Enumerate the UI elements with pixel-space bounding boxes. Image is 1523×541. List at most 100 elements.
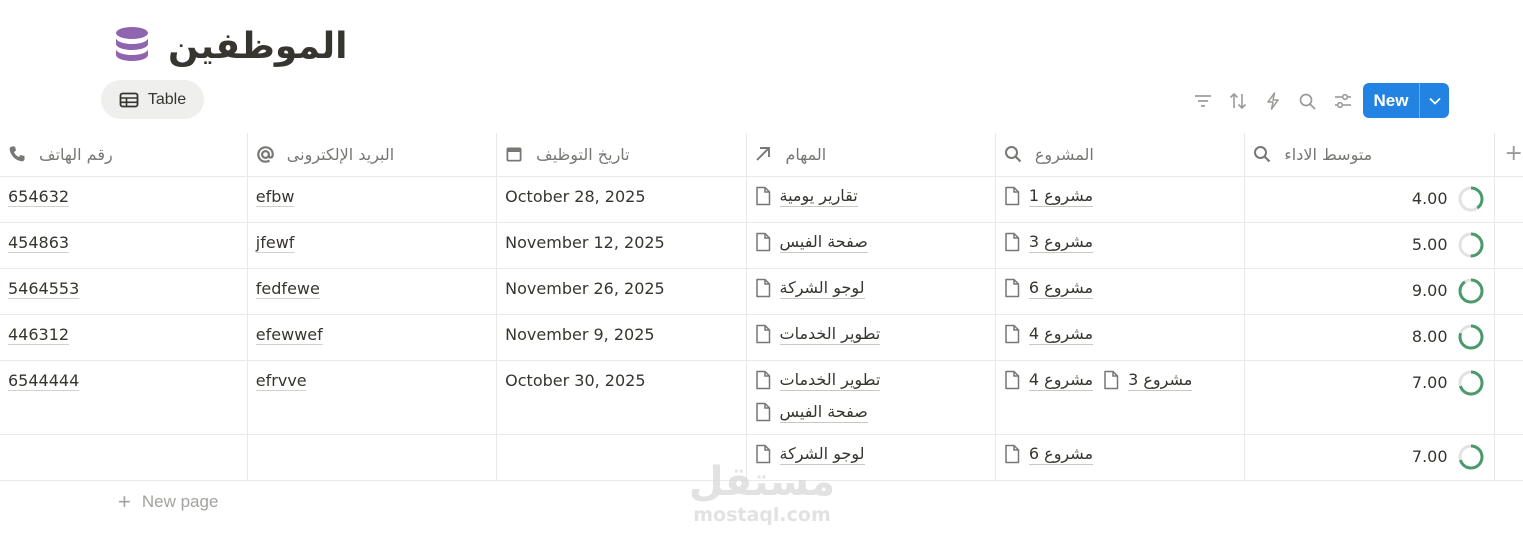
- cell-tasks[interactable]: لوجو الشركة: [746, 434, 996, 481]
- cell-email[interactable]: efbw: [247, 176, 498, 223]
- cell-phone[interactable]: 6544444: [0, 360, 248, 435]
- avg-value: 7.00: [1411, 447, 1448, 466]
- column-header-phone[interactable]: رقم الهاتف: [0, 133, 248, 177]
- cell-avg-performance[interactable]: 4.00: [1244, 176, 1495, 223]
- cell-project[interactable]: مشروع 6: [995, 434, 1246, 481]
- column-header-avg-performance[interactable]: متوسط الاداء: [1244, 133, 1495, 177]
- relation-link[interactable]: مشروع 6: [1004, 444, 1094, 465]
- cell-phone[interactable]: 654632: [0, 176, 248, 223]
- avg-value: 5.00: [1411, 235, 1448, 254]
- add-column-button[interactable]: +: [1494, 133, 1523, 177]
- column-label: البريد الإلكترونى: [286, 144, 395, 164]
- relation-link[interactable]: تطوير الخدمات: [755, 370, 881, 391]
- view-toolbar: [1185, 85, 1360, 117]
- cell-project[interactable]: مشروع 1: [995, 176, 1246, 223]
- cell-project[interactable]: مشروع 6: [995, 268, 1246, 315]
- cell-tasks[interactable]: تطوير الخدمات: [746, 314, 996, 361]
- search-icon: [1253, 145, 1275, 163]
- relation-link[interactable]: مشروع 4: [1004, 324, 1094, 345]
- new-dropdown-button[interactable]: [1420, 83, 1449, 118]
- cell-empty: [1494, 222, 1523, 269]
- column-header-email[interactable]: البريد الإلكترونى: [247, 133, 498, 177]
- relation-link[interactable]: مشروع 3: [1004, 231, 1094, 253]
- column-label: رقم الهاتف: [39, 144, 113, 164]
- view-tab-label: Table: [147, 90, 187, 108]
- progress-arc: [1458, 278, 1484, 303]
- cell-avg-performance[interactable]: 8.00: [1244, 314, 1495, 361]
- column-header-hire-date[interactable]: تاريخ التوظيف: [496, 133, 747, 177]
- cell-empty: [1494, 268, 1523, 315]
- cell-tasks[interactable]: لوجو الشركة: [746, 268, 996, 315]
- cell-avg-performance[interactable]: 7.00: [1244, 434, 1495, 481]
- cell-phone[interactable]: 446312: [0, 314, 248, 361]
- relation-link[interactable]: مشروع 6: [1004, 278, 1094, 299]
- cell-phone[interactable]: [0, 434, 248, 481]
- employees-table: رقم الهاتف البريد الإلكترونى تاريخ التوظ…: [0, 133, 1523, 481]
- page-icon: [755, 370, 771, 390]
- settings-button[interactable]: [1325, 85, 1360, 117]
- cell-phone[interactable]: 5464553: [0, 268, 248, 315]
- cell-hire-date[interactable]: November 12, 2025: [496, 222, 747, 269]
- relation-link[interactable]: مشروع 4: [1004, 370, 1094, 391]
- filter-icon: [1194, 95, 1211, 107]
- cell-avg-performance[interactable]: 7.00: [1244, 360, 1495, 435]
- relation-link[interactable]: تقارير يومية: [755, 186, 858, 207]
- cell-email[interactable]: jfewf: [247, 222, 498, 269]
- sort-button[interactable]: [1220, 85, 1255, 117]
- relation-link[interactable]: تطوير الخدمات: [755, 324, 881, 345]
- cell-email[interactable]: efrvve: [247, 360, 498, 435]
- cell-hire-date[interactable]: October 30, 2025: [496, 360, 747, 435]
- cell-project[interactable]: مشروع 4 مشروع 3: [995, 360, 1246, 435]
- cell-email[interactable]: efewwef: [247, 314, 498, 361]
- date-value: November 9, 2025: [505, 324, 655, 344]
- view-tab-table[interactable]: Table: [101, 80, 204, 119]
- relation-label: تطوير الخدمات: [779, 369, 881, 391]
- new-record-button[interactable]: New: [1363, 83, 1449, 118]
- cell-hire-date[interactable]: October 28, 2025: [496, 176, 747, 223]
- relation-link[interactable]: لوجو الشركة: [755, 278, 865, 299]
- table-row[interactable]: 454863 jfewf November 12, 2025 صفحة الفيس مش…: [0, 222, 1523, 269]
- avg-value: 9.00: [1411, 281, 1448, 300]
- new-page-button[interactable]: + New page: [118, 491, 218, 513]
- cell-email[interactable]: fedfewe: [247, 268, 498, 315]
- chevron-down-icon: [1428, 97, 1441, 105]
- table-row[interactable]: 6544444 efrvve October 30, 2025 تطوير الخدم…: [0, 360, 1523, 435]
- cell-avg-performance[interactable]: 9.00: [1244, 268, 1495, 315]
- relation-link[interactable]: مشروع 1: [1004, 185, 1094, 207]
- relation-link[interactable]: مشروع 3: [1103, 370, 1193, 391]
- table-header-row: رقم الهاتف البريد الإلكترونى تاريخ التوظ…: [0, 133, 1523, 177]
- cell-phone[interactable]: 454863: [0, 222, 248, 269]
- cell-tasks[interactable]: تقارير يومية: [746, 176, 996, 223]
- relation-label: مشروع 1: [1028, 185, 1094, 207]
- cell-empty: [1494, 360, 1523, 435]
- table-row[interactable]: 5464553 fedfewe November 26, 2025 لوجو الشر…: [0, 268, 1523, 315]
- progress-ring-icon: [1458, 232, 1484, 257]
- cell-empty: [1494, 434, 1523, 481]
- relation-link[interactable]: لوجو الشركة: [755, 444, 865, 465]
- table-row[interactable]: 654632 efbw October 28, 2025 تقارير يومية مش…: [0, 176, 1523, 223]
- filter-button[interactable]: [1185, 85, 1220, 117]
- cell-hire-date[interactable]: [496, 434, 747, 481]
- page-icon: [1004, 370, 1020, 390]
- cell-project[interactable]: مشروع 4: [995, 314, 1246, 361]
- table-row[interactable]: 446312 efewwef November 9, 2025 تطوير الخدم…: [0, 314, 1523, 361]
- cell-hire-date[interactable]: November 9, 2025: [496, 314, 747, 361]
- new-button-label: New: [1373, 90, 1409, 110]
- column-header-project[interactable]: المشروع: [995, 133, 1246, 177]
- relation-label: مشروع 3: [1028, 231, 1094, 253]
- cell-email[interactable]: [247, 434, 498, 481]
- table-row[interactable]: لوجو الشركة مشروع 6 7.00: [0, 434, 1523, 481]
- relation-link[interactable]: صفحة الفيس: [755, 232, 868, 253]
- column-header-tasks[interactable]: المهام: [746, 133, 996, 177]
- cell-tasks[interactable]: تطوير الخدمات صفحة الفيس: [746, 360, 996, 435]
- cell-hire-date[interactable]: November 26, 2025: [496, 268, 747, 315]
- phone-value: 6544444: [8, 370, 80, 390]
- date-value: November 12, 2025: [505, 232, 665, 252]
- cell-project[interactable]: مشروع 3: [995, 222, 1246, 269]
- phone-value: 5464553: [8, 278, 80, 298]
- cell-tasks[interactable]: صفحة الفيس: [746, 222, 996, 269]
- cell-avg-performance[interactable]: 5.00: [1244, 222, 1495, 269]
- relation-link[interactable]: صفحة الفيس: [755, 402, 868, 423]
- automation-button[interactable]: [1255, 85, 1290, 117]
- search-button[interactable]: [1290, 85, 1325, 117]
